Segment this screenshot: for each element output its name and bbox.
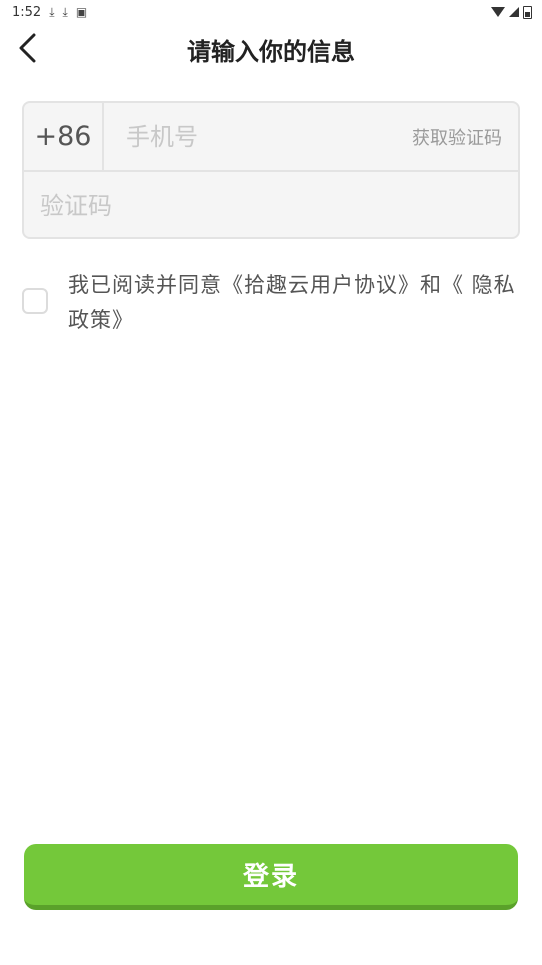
login-button[interactable]: 登录 <box>24 844 518 910</box>
agreement-text[interactable]: 我已阅读并同意《拾趣云用户协议》和《 隐私政策》 <box>68 268 520 338</box>
verification-code-input[interactable] <box>40 172 480 237</box>
phone-row: +86 获取验证码 <box>24 103 518 172</box>
login-form: +86 获取验证码 <box>22 101 520 239</box>
download-icon: ⤓ <box>62 4 68 19</box>
wifi-icon <box>491 7 505 17</box>
battery-icon <box>523 5 532 19</box>
app-notification-icon: ▣ <box>75 5 88 19</box>
status-left: 1:52 ⤓ ⤓ ▣ <box>12 5 87 20</box>
agree-checkbox[interactable] <box>22 288 48 314</box>
status-right <box>491 5 532 19</box>
download-icon: ⤓ <box>49 4 55 19</box>
page-title: 请输入你的信息 <box>187 38 355 66</box>
status-bar: 1:52 ⤓ ⤓ ▣ <box>0 0 542 24</box>
nav-bar: 请输入你的信息 <box>0 24 542 72</box>
signal-icon <box>509 7 519 17</box>
get-code-button[interactable]: 获取验证码 <box>412 103 502 170</box>
country-code[interactable]: +86 <box>24 103 104 170</box>
phone-input[interactable] <box>126 103 396 170</box>
status-time: 1:52 <box>12 4 42 20</box>
